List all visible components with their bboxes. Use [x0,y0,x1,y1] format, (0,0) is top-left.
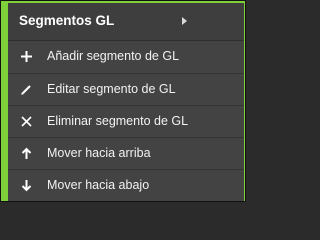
plus-icon [19,49,34,64]
accent-frame: Segmentos GL Añadir segmento de GL Edita… [0,0,246,202]
delete-gl-segment-item[interactable]: Eliminar segmento de GL [8,105,244,137]
context-menu: Segmentos GL Añadir segmento de GL Edita… [8,3,244,201]
arrow-down-icon [19,178,34,193]
arrow-up-icon [19,146,34,161]
chevron-right-icon [182,17,187,25]
edit-gl-segment-item[interactable]: Editar segmento de GL [8,73,244,105]
menu-header-segmentos-gl[interactable]: Segmentos GL [8,3,244,41]
menu-item-label: Mover hacia arriba [47,146,151,160]
pencil-icon [19,82,34,97]
move-up-item[interactable]: Mover hacia arriba [8,137,244,169]
add-gl-segment-item[interactable]: Añadir segmento de GL [8,41,244,73]
menu-item-label: Mover hacia abajo [47,178,150,192]
close-icon [19,114,34,129]
menu-item-label: Editar segmento de GL [47,82,176,96]
move-down-item[interactable]: Mover hacia abajo [8,169,244,201]
menu-header-title: Segmentos GL [19,13,115,28]
menu-item-label: Eliminar segmento de GL [47,114,189,128]
menu-item-label: Añadir segmento de GL [47,49,180,63]
